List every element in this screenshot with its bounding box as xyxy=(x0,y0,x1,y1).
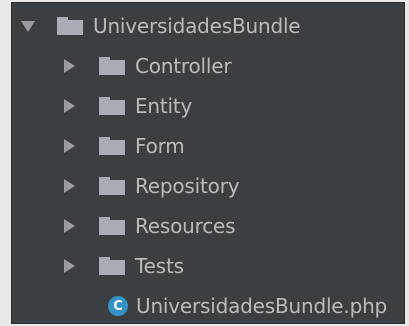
collapse-arrow-icon[interactable] xyxy=(64,179,75,193)
folder-icon xyxy=(99,257,125,275)
tree-row-root[interactable]: UniversidadesBundle xyxy=(12,6,404,46)
collapse-arrow-icon[interactable] xyxy=(64,99,75,113)
expand-arrow-icon[interactable] xyxy=(21,20,35,32)
collapse-arrow-icon[interactable] xyxy=(64,139,75,153)
project-tree-panel: UniversidadesBundle Controller Entity Fo… xyxy=(11,2,405,324)
folder-icon xyxy=(99,137,125,155)
tree-row-repository[interactable]: Repository xyxy=(12,166,404,206)
folder-icon xyxy=(57,17,83,35)
tree-item-label: Entity xyxy=(135,94,193,118)
collapse-arrow-icon[interactable] xyxy=(64,259,75,273)
tree-item-label: Repository xyxy=(135,174,240,198)
tree-row-resources[interactable]: Resources xyxy=(12,206,404,246)
folder-icon xyxy=(99,177,125,195)
collapse-arrow-icon[interactable] xyxy=(64,219,75,233)
folder-icon xyxy=(99,97,125,115)
tree-root-label: UniversidadesBundle xyxy=(93,14,301,38)
folder-icon xyxy=(99,57,125,75)
tree-item-label: Resources xyxy=(135,214,236,238)
tree-row-controller[interactable]: Controller xyxy=(12,46,404,86)
folder-icon xyxy=(99,217,125,235)
tree-row-php-file[interactable]: C UniversidadesBundle.php xyxy=(12,286,404,326)
tree-row-entity[interactable]: Entity xyxy=(12,86,404,126)
tree-item-label: Form xyxy=(135,134,185,158)
collapse-arrow-icon[interactable] xyxy=(64,59,75,73)
tree-item-label: Tests xyxy=(135,254,184,278)
tree-row-tests[interactable]: Tests xyxy=(12,246,404,286)
tree-row-form[interactable]: Form xyxy=(12,126,404,166)
tree-item-label: UniversidadesBundle.php xyxy=(136,294,388,318)
php-class-icon: C xyxy=(108,296,128,316)
tree-item-label: Controller xyxy=(135,54,232,78)
